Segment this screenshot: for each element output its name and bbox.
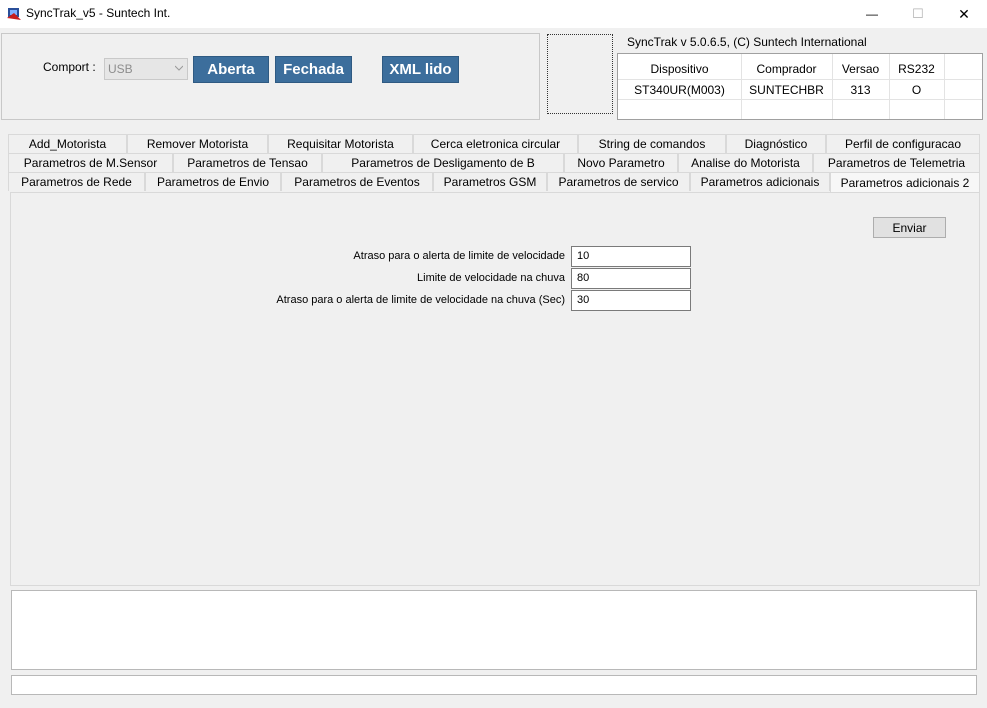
send-button[interactable]: Enviar: [873, 217, 946, 238]
minimize-icon: —: [866, 7, 878, 21]
speed-alert-delay-label: Atraso para o alerta de limite de veloci…: [353, 250, 565, 262]
tab-diagnostico[interactable]: Diagnóstico: [726, 134, 826, 153]
tab-perfil-configuracao[interactable]: Perfil de configuracao: [826, 134, 980, 153]
tab-eventos[interactable]: Parametros de Eventos: [281, 172, 433, 191]
app-icon: [6, 5, 22, 21]
value-buyer: SUNTECHBR: [749, 82, 824, 97]
comport-select[interactable]: USB: [104, 58, 188, 80]
image-placeholder: [547, 34, 613, 114]
header-buyer: Comprador: [756, 62, 817, 76]
rain-speed-alert-delay-input[interactable]: 30: [571, 290, 691, 311]
status-bar: [11, 675, 977, 695]
tab-tensao[interactable]: Parametros de Tensao: [173, 153, 322, 172]
speed-alert-delay-input[interactable]: 10: [571, 246, 691, 267]
tab-string-comandos[interactable]: String de comandos: [578, 134, 726, 153]
value-version: 313: [850, 82, 871, 97]
open-port-button[interactable]: Aberta: [193, 56, 269, 83]
tab-adicionais[interactable]: Parametros adicionais: [690, 172, 830, 191]
chevron-down-icon: [175, 65, 183, 71]
tab-requisitar-motorista[interactable]: Requisitar Motorista: [268, 134, 413, 153]
log-output[interactable]: [11, 590, 977, 670]
tab-servico[interactable]: Parametros de servico: [547, 172, 690, 191]
tab-telemetria[interactable]: Parametros de Telemetria: [813, 153, 980, 172]
tab-remover-motorista[interactable]: Remover Motorista: [127, 134, 268, 153]
close-icon: ✕: [958, 5, 970, 22]
tab-gsm[interactable]: Parametros GSM: [433, 172, 547, 191]
connection-panel: [1, 33, 540, 120]
minimize-button[interactable]: —: [849, 0, 895, 28]
tab-adicionais-2[interactable]: Parametros adicionais 2: [830, 172, 980, 192]
rain-speed-limit-label: Limite de velocidade na chuva: [417, 272, 565, 284]
tab-m-sensor[interactable]: Parametros de M.Sensor: [8, 153, 173, 172]
tab-analise-motorista[interactable]: Analise do Motorista: [678, 153, 813, 172]
header-device: Dispositivo: [650, 62, 709, 76]
title-bar: SyncTrak_v5 - Suntech Int. — ☐ ✕: [0, 0, 987, 28]
tab-envio[interactable]: Parametros de Envio: [145, 172, 281, 191]
xml-read-button[interactable]: XML lido: [382, 56, 459, 83]
window-title: SyncTrak_v5 - Suntech Int.: [26, 6, 171, 20]
tab-cerca-eletronica[interactable]: Cerca eletronica circular: [413, 134, 578, 153]
header-version: Versao: [841, 62, 880, 76]
tab-desligamento[interactable]: Parametros de Desligamento de B: [322, 153, 564, 172]
app-version-title: SyncTrak v 5.0.6.5, (C) Suntech Internat…: [627, 35, 867, 49]
header-rs232: RS232: [898, 62, 935, 76]
rain-speed-limit-input[interactable]: 80: [571, 268, 691, 289]
value-device: ST340UR(M003): [634, 82, 725, 97]
close-port-button[interactable]: Fechada: [275, 56, 352, 83]
maximize-button[interactable]: ☐: [895, 0, 941, 28]
device-info-grid: Dispositivo Comprador Versao RS232 ST340…: [617, 53, 983, 120]
tab-novo-parametro[interactable]: Novo Parametro: [564, 153, 678, 172]
tab-add-motorista[interactable]: Add_Motorista: [8, 134, 127, 153]
comport-value: USB: [108, 62, 133, 76]
rain-speed-alert-delay-label: Atraso para o alerta de limite de veloci…: [276, 294, 565, 306]
value-rs232: O: [911, 82, 922, 97]
comport-label: Comport :: [43, 60, 96, 74]
tab-rede[interactable]: Parametros de Rede: [8, 172, 145, 191]
close-window-button[interactable]: ✕: [941, 0, 987, 28]
maximize-icon: ☐: [912, 6, 924, 21]
